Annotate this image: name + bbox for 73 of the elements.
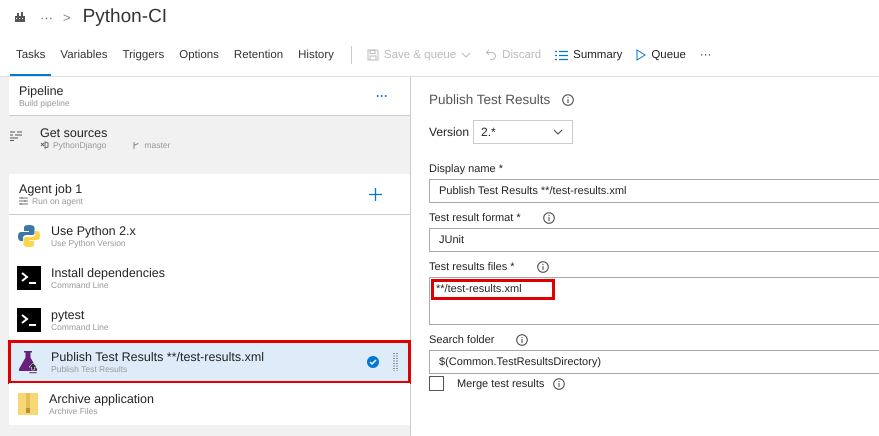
task-row[interactable]: Publish Test Results **/test-results.xml Publish Test Results	[9, 341, 410, 383]
more-button[interactable]: ···	[692, 45, 718, 65]
agent-icon	[19, 197, 28, 205]
repository-name: PythonDjango	[53, 140, 106, 150]
task-title: Archive application	[49, 392, 155, 406]
tab[interactable]: Variables	[54, 36, 114, 76]
input-field[interactable]: JUnit	[429, 228, 879, 252]
field-label: Test result format *	[429, 212, 521, 224]
info-icon[interactable]	[553, 378, 566, 390]
sources-icon	[10, 131, 22, 141]
tab[interactable]: Retention	[228, 36, 290, 76]
info-icon[interactable]	[542, 212, 555, 224]
get-sources-row[interactable]: Get sources PythonDjango master	[0, 116, 410, 172]
branch-icon	[132, 140, 140, 150]
task-title: pytest	[51, 308, 86, 322]
task-subtitle: Command Line	[51, 322, 110, 332]
field-label: Test results files *	[429, 261, 515, 273]
task-title: Publish Test Results **/test-results.xml	[51, 350, 266, 364]
list-icon	[555, 50, 568, 60]
undo-icon	[485, 49, 498, 61]
pipeline-title: Python-CI	[82, 6, 168, 28]
field-label: Search folder	[429, 334, 494, 346]
get-sources-title: Get sources	[40, 126, 108, 140]
task-row[interactable]: Archive application Archive Files	[9, 383, 410, 425]
agent-job-title: Agent job 1	[19, 182, 84, 196]
summary-button[interactable]: Summary	[548, 45, 630, 65]
add-icon[interactable]	[369, 188, 382, 200]
drag-handle-icon[interactable]	[393, 352, 398, 372]
pipeline-subtitle: Build pipeline	[19, 98, 70, 108]
terminal-icon	[17, 308, 41, 332]
task-title: Use Python 2.x	[51, 224, 137, 238]
zip-folder-icon	[17, 392, 39, 416]
terminal-icon	[17, 266, 41, 290]
input-field[interactable]: $(Common.TestResultsDirectory)	[429, 350, 879, 374]
check-icon	[367, 356, 379, 368]
task-title: Install dependencies	[51, 266, 166, 280]
tab[interactable]: Options	[173, 36, 225, 76]
merge-checkbox[interactable]	[429, 376, 444, 391]
info-icon[interactable]	[516, 334, 528, 346]
caret-icon	[461, 52, 472, 58]
chevron-down-icon	[553, 129, 564, 135]
task-subtitle: Publish Test Results	[51, 364, 128, 374]
version-label: Version	[429, 125, 470, 139]
tab[interactable]: Triggers	[116, 36, 170, 76]
branch-name: master	[144, 140, 170, 150]
input-field[interactable]: **/test-results.xml	[429, 277, 879, 325]
pipeline-card[interactable]: Pipeline Build pipeline ···	[9, 77, 410, 116]
pipeline-heading: Pipeline	[19, 84, 64, 98]
breadcrumb-separator: >	[63, 10, 71, 24]
task-details-title: Publish Test Results	[429, 92, 550, 107]
task-row[interactable]: Install dependencies Command Line	[9, 257, 410, 299]
repo-icon	[40, 141, 49, 149]
more-button[interactable]: ···	[364, 89, 400, 103]
info-icon[interactable]	[562, 94, 574, 106]
build-icon[interactable]	[14, 11, 26, 23]
tab[interactable]: History	[292, 36, 340, 76]
info-icon[interactable]	[536, 261, 549, 273]
task-row[interactable]: pytest Command Line	[9, 299, 410, 341]
agent-job-subtitle: Run on agent	[32, 196, 84, 206]
save-icon	[366, 49, 379, 61]
version-dropdown[interactable]: 2.*	[473, 120, 574, 144]
task-row[interactable]: Use Python 2.x Use Python Version	[9, 215, 410, 257]
task-subtitle: Use Python Version	[51, 238, 127, 248]
task-subtitle: Command Line	[51, 280, 110, 290]
field-label: Display name *	[429, 163, 503, 175]
agent-job-card[interactable]: Agent job 1 Run on agent	[9, 174, 410, 215]
input-field[interactable]: Publish Test Results **/test-results.xml	[429, 179, 879, 203]
breadcrumb-ellipsis[interactable]: ···	[40, 10, 53, 24]
checkbox-label: Merge test results	[457, 378, 544, 390]
python-icon	[17, 224, 41, 248]
play-icon	[636, 49, 646, 61]
queue-button[interactable]: Queue	[629, 45, 693, 65]
task-subtitle: Archive Files	[49, 406, 99, 416]
